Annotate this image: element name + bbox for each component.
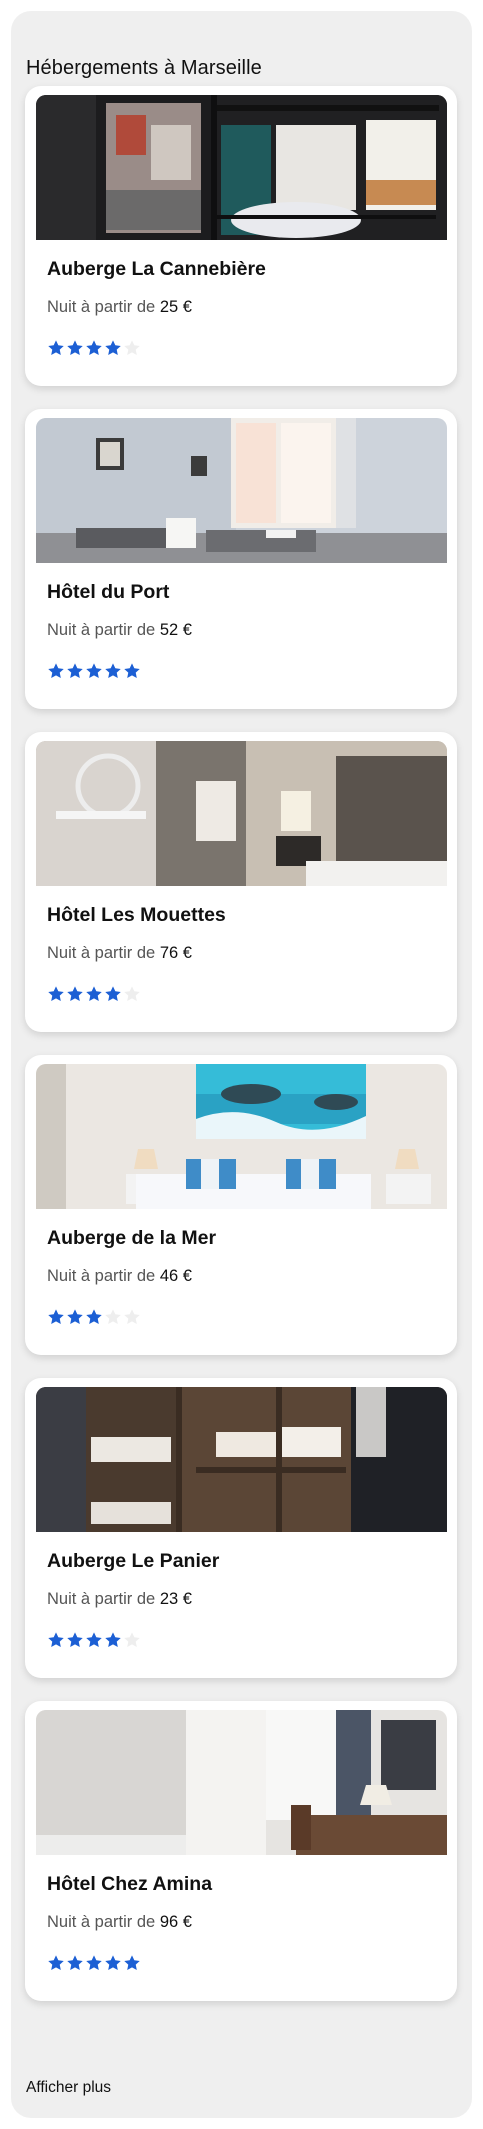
star-filled-icon xyxy=(86,1309,102,1324)
listing-price: Nuit à partir de 52 € xyxy=(47,621,192,640)
price-prefix: Nuit à partir de xyxy=(47,298,156,316)
listing-card[interactable]: Auberge de la Mer Nuit à partir de 46 € xyxy=(25,1055,457,1355)
listing-name[interactable]: Hôtel Les Mouettes xyxy=(47,904,226,927)
listing-name[interactable]: Auberge Le Panier xyxy=(47,1550,219,1573)
rating-stars xyxy=(47,1954,141,1972)
star-filled-icon xyxy=(48,1309,64,1324)
star-empty-icon xyxy=(124,986,140,1001)
rating-stars xyxy=(47,1308,141,1326)
star-filled-icon xyxy=(105,1632,121,1647)
twin-room-window-icon xyxy=(36,418,447,563)
star-filled-icon xyxy=(86,1955,102,1970)
star-filled-icon xyxy=(86,1632,102,1647)
listing-name[interactable]: Hôtel du Port xyxy=(47,581,169,604)
show-more-button[interactable]: Afficher plus xyxy=(26,2079,111,2097)
price-amount: 96 € xyxy=(159,1913,192,1931)
star-filled-icon xyxy=(86,663,102,678)
star-empty-icon xyxy=(124,1309,140,1324)
section-title: Hébergements à Marseille xyxy=(26,57,262,79)
star-filled-icon xyxy=(124,1955,140,1970)
star-filled-icon xyxy=(48,663,64,678)
listing-card[interactable]: Hôtel du Port Nuit à partir de 52 € xyxy=(25,409,457,709)
listing-name[interactable]: Hôtel Chez Amina xyxy=(47,1873,212,1896)
star-empty-icon xyxy=(124,1632,140,1647)
star-filled-icon xyxy=(67,986,83,1001)
sea-painting-bedroom-icon xyxy=(36,1064,447,1209)
wooden-bunks-icon xyxy=(36,1387,447,1532)
price-amount: 23 € xyxy=(159,1590,192,1608)
star-filled-icon xyxy=(86,340,102,355)
listing-price: Nuit à partir de 76 € xyxy=(47,944,192,963)
listings-panel: Hébergements à Marseille Auberge La Cann… xyxy=(11,11,472,2118)
listing-card[interactable]: Hôtel Chez Amina Nuit à partir de 96 € xyxy=(25,1701,457,2001)
star-filled-icon xyxy=(67,1309,83,1324)
listing-price: Nuit à partir de 96 € xyxy=(47,1913,192,1932)
listing-card[interactable]: Hôtel Les Mouettes Nuit à partir de 76 € xyxy=(25,732,457,1032)
star-filled-icon xyxy=(105,663,121,678)
star-filled-icon xyxy=(105,1955,121,1970)
listing-price: Nuit à partir de 25 € xyxy=(47,298,192,317)
star-filled-icon xyxy=(124,663,140,678)
listing-price: Nuit à partir de 23 € xyxy=(47,1590,192,1609)
price-amount: 46 € xyxy=(159,1267,192,1285)
price-prefix: Nuit à partir de xyxy=(47,1590,156,1608)
bright-room-desk-icon xyxy=(36,1710,447,1855)
rating-stars xyxy=(47,662,141,680)
star-filled-icon xyxy=(48,986,64,1001)
star-filled-icon xyxy=(67,1632,83,1647)
star-empty-icon xyxy=(124,340,140,355)
star-filled-icon xyxy=(48,1632,64,1647)
star-filled-icon xyxy=(48,1955,64,1970)
dormitory-bunk-window-icon xyxy=(36,95,447,240)
star-filled-icon xyxy=(48,340,64,355)
star-filled-icon xyxy=(67,340,83,355)
listing-name[interactable]: Auberge de la Mer xyxy=(47,1227,216,1250)
rating-stars xyxy=(47,985,141,1003)
price-prefix: Nuit à partir de xyxy=(47,621,156,639)
price-amount: 25 € xyxy=(159,298,192,316)
price-prefix: Nuit à partir de xyxy=(47,944,156,962)
star-filled-icon xyxy=(67,1955,83,1970)
star-filled-icon xyxy=(105,340,121,355)
listing-price: Nuit à partir de 46 € xyxy=(47,1267,192,1286)
listing-card[interactable]: Auberge La Cannebière Nuit à partir de 2… xyxy=(25,86,457,386)
price-prefix: Nuit à partir de xyxy=(47,1913,156,1931)
rating-stars xyxy=(47,1631,141,1649)
listing-name[interactable]: Auberge La Cannebière xyxy=(47,258,266,281)
star-empty-icon xyxy=(105,1309,121,1324)
room-mirror-lamp-icon xyxy=(36,741,447,886)
star-filled-icon xyxy=(86,986,102,1001)
price-amount: 76 € xyxy=(159,944,192,962)
price-prefix: Nuit à partir de xyxy=(47,1267,156,1285)
price-amount: 52 € xyxy=(159,621,192,639)
rating-stars xyxy=(47,339,141,357)
listing-card[interactable]: Auberge Le Panier Nuit à partir de 23 € xyxy=(25,1378,457,1678)
star-filled-icon xyxy=(67,663,83,678)
star-filled-icon xyxy=(105,986,121,1001)
